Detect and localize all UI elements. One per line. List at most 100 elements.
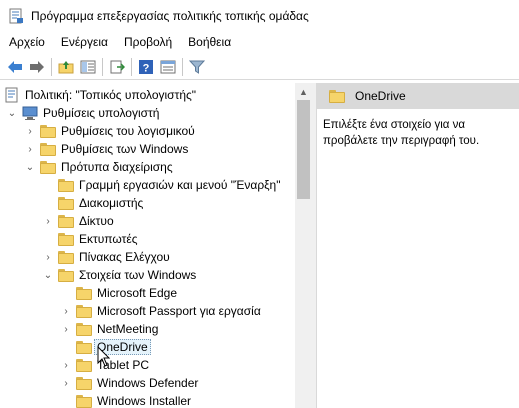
scrollbar-thumb[interactable] xyxy=(297,100,310,199)
tree-scrollbar[interactable]: ▲ xyxy=(295,83,312,408)
tree-item-label: Γραμμή εργασιών και μενού "Έναρξη" xyxy=(79,178,281,192)
export-list-icon xyxy=(110,60,125,73)
collapse-arrow-icon[interactable]: ⌄ xyxy=(42,266,54,284)
show-hide-tree-icon xyxy=(80,60,96,73)
scroll-up-icon[interactable]: ▲ xyxy=(295,83,312,100)
menu-file[interactable]: Αρχείο xyxy=(0,32,53,52)
computer-icon xyxy=(22,105,38,121)
tree-item-control-panel[interactable]: › Πίνακας Ελέγχου xyxy=(42,248,170,266)
forward-button[interactable] xyxy=(26,56,48,78)
up-level-button[interactable] xyxy=(55,56,77,78)
export-list-button[interactable] xyxy=(106,56,128,78)
tree-item-label: Πρότυπα διαχείρισης xyxy=(61,160,173,174)
tree-item-windows-settings[interactable]: › Ρυθμίσεις των Windows xyxy=(24,140,188,158)
tree-item-label: Δίκτυο xyxy=(79,214,114,228)
expand-arrow-icon[interactable]: › xyxy=(24,122,36,140)
folder-icon xyxy=(76,376,92,390)
folder-icon xyxy=(76,286,92,300)
expand-arrow-icon[interactable]: › xyxy=(60,356,72,374)
tree-item-label: Διακομιστής xyxy=(79,196,144,210)
menu-help[interactable]: Βοήθεια xyxy=(180,32,239,52)
tree-item-label: Windows Installer xyxy=(97,394,192,408)
folder-icon xyxy=(58,250,74,264)
details-header-title: OneDrive xyxy=(355,89,406,103)
tree-item-windows-defender[interactable]: › Windows Defender xyxy=(60,374,198,392)
tree-item-administrative-templates[interactable]: ⌄ Πρότυπα διαχείρισης xyxy=(24,158,173,176)
back-button[interactable] xyxy=(4,56,26,78)
folder-icon xyxy=(58,232,74,246)
tree-item-microsoft-edge[interactable]: Microsoft Edge xyxy=(60,284,177,302)
show-hide-tree-button[interactable] xyxy=(77,56,99,78)
tree-item-label: Εκτυπωτές xyxy=(79,232,138,246)
tree-item-label: Ρυθμίσεις των Windows xyxy=(61,142,189,156)
properties-view-icon xyxy=(160,60,176,73)
collapse-arrow-icon[interactable]: ⌄ xyxy=(6,104,18,122)
back-icon xyxy=(8,60,22,73)
collapse-arrow-icon[interactable]: ⌄ xyxy=(24,158,36,176)
folder-icon xyxy=(58,196,74,210)
folder-icon xyxy=(76,304,92,318)
expand-arrow-icon[interactable]: › xyxy=(24,140,36,158)
menu-action[interactable]: Ενέργεια xyxy=(53,32,116,52)
folder-icon xyxy=(58,268,74,282)
details-header: OneDrive xyxy=(317,83,519,109)
folder-icon xyxy=(40,124,56,138)
toolbar-separator xyxy=(51,57,52,76)
folder-icon xyxy=(76,394,92,408)
tree-item-windows-installer[interactable]: Windows Installer xyxy=(60,392,191,408)
window-title: Πρόγραμμα επεξεργασίας πολιτικής τοπικής… xyxy=(31,9,309,23)
tree-item-printers[interactable]: Εκτυπωτές xyxy=(42,230,138,248)
menu-bar: Αρχείο Ενέργεια Προβολή Βοήθεια xyxy=(0,32,519,52)
tree-item-computer-settings[interactable]: ⌄ Ρυθμίσεις υπολογιστή xyxy=(6,104,159,122)
filter-button[interactable] xyxy=(186,56,208,78)
expand-arrow-icon[interactable]: › xyxy=(60,320,72,338)
tree-item-policy-root[interactable]: Πολιτική: "Τοπικός υπολογιστής" xyxy=(4,86,196,104)
folder-icon xyxy=(58,178,74,192)
tree-item-netmeeting[interactable]: › NetMeeting xyxy=(60,320,158,338)
folder-icon xyxy=(76,340,92,354)
tree-item-network[interactable]: › Δίκτυο xyxy=(42,212,114,230)
policy-editor-app-icon xyxy=(8,8,24,24)
toolbar-separator xyxy=(182,57,183,76)
expand-arrow-icon[interactable]: › xyxy=(42,248,54,266)
filter-icon xyxy=(189,60,205,74)
svg-text:?: ? xyxy=(143,62,150,74)
folder-icon xyxy=(76,322,92,336)
details-description: Επιλέξτε ένα στοιχείο για να προβάλετε τ… xyxy=(323,119,480,147)
expand-arrow-icon[interactable]: › xyxy=(42,212,54,230)
forward-icon xyxy=(30,60,44,73)
mouse-cursor-icon xyxy=(97,346,111,367)
tree-item-microsoft-passport[interactable]: › Microsoft Passport για εργασία xyxy=(60,302,261,320)
tree-item-label: Windows Defender xyxy=(97,376,199,390)
folder-icon xyxy=(58,214,74,228)
tree-item-software-settings[interactable]: › Ρυθμίσεις του λογισμικού xyxy=(24,122,195,140)
properties-view-button[interactable] xyxy=(157,56,179,78)
tree-item-server[interactable]: Διακομιστής xyxy=(42,194,143,212)
toolbar-separator xyxy=(102,57,103,76)
tree-item-label: Πίνακας Ελέγχου xyxy=(79,250,170,264)
folder-icon xyxy=(40,160,56,174)
tree-pane: Πολιτική: "Τοπικός υπολογιστής" ⌄ Ρυθμίσ… xyxy=(0,83,312,408)
expand-arrow-icon[interactable]: › xyxy=(60,374,72,392)
tree-item-label: Στοιχεία των Windows xyxy=(79,268,197,282)
details-pane: OneDrive Επιλέξτε ένα στοιχείο για να πρ… xyxy=(316,83,519,408)
folder-icon xyxy=(76,358,92,372)
tree-item-windows-components[interactable]: ⌄ Στοιχεία των Windows xyxy=(42,266,196,284)
tree-item-label: Microsoft Passport για εργασία xyxy=(97,304,261,318)
computer-policy-icon xyxy=(4,87,20,103)
tree-item-label: Πολιτική: "Τοπικός υπολογιστής" xyxy=(25,88,197,102)
toolbar: ? xyxy=(0,54,519,80)
tree-item-label: Ρυθμίσεις του λογισμικού xyxy=(61,124,195,138)
folder-icon xyxy=(329,89,345,103)
help-icon: ? xyxy=(139,59,153,74)
title-bar: Πρόγραμμα επεξεργασίας πολιτικής τοπικής… xyxy=(0,0,519,32)
help-button[interactable]: ? xyxy=(135,56,157,78)
folder-icon xyxy=(40,142,56,156)
tree-item-taskbar-start-menu[interactable]: Γραμμή εργασιών και μενού "Έναρξη" xyxy=(42,176,280,194)
expand-arrow-icon[interactable]: › xyxy=(60,302,72,320)
toolbar-separator xyxy=(131,57,132,76)
tree-item-label: NetMeeting xyxy=(97,322,159,336)
tree-item-label: Ρυθμίσεις υπολογιστή xyxy=(43,106,160,120)
menu-view[interactable]: Προβολή xyxy=(116,32,180,52)
tree-item-label: Microsoft Edge xyxy=(97,286,178,300)
